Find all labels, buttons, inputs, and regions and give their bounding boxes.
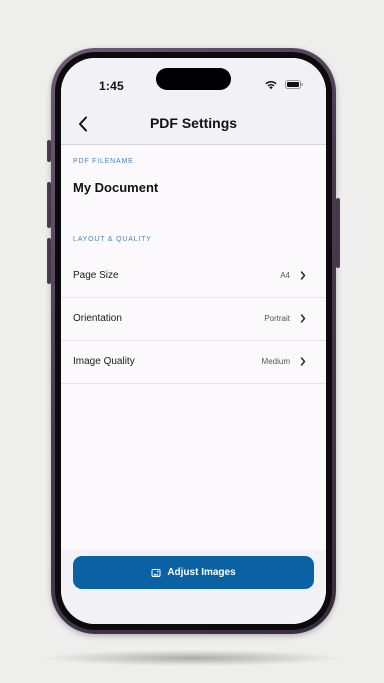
filename-field[interactable]: My Document [73, 180, 158, 195]
setting-row-label: Page Size [73, 270, 119, 281]
device-shadow [44, 650, 340, 666]
footer-bar: Adjust Images [61, 550, 326, 624]
setting-row-value: Medium [261, 357, 290, 366]
setting-row-orientation[interactable]: Orientation Portrait [61, 298, 326, 341]
chevron-right-icon [300, 271, 306, 280]
status-time: 1:45 [99, 79, 124, 93]
status-bar: 1:45 [61, 58, 326, 104]
navigation-bar: PDF Settings [61, 104, 326, 145]
layout-section-label: LAYOUT & QUALITY [73, 236, 152, 243]
chevron-right-icon [300, 357, 306, 366]
battery-icon [285, 80, 303, 89]
setting-row-value: Portrait [264, 314, 290, 323]
page-background: 1:45 PDF Settings PDF FILENAME My Docume… [0, 0, 384, 683]
page-title: PDF Settings [149, 115, 238, 131]
wifi-icon [265, 81, 277, 90]
adjust-images-label: Adjust Images [167, 567, 236, 578]
setting-row-label: Orientation [73, 313, 122, 324]
phone-screen: 1:45 PDF Settings PDF FILENAME My Docume… [61, 58, 326, 624]
setting-row-value: A4 [280, 271, 290, 280]
dynamic-island [156, 68, 231, 90]
adjust-images-button[interactable]: Adjust Images [73, 556, 314, 589]
setting-row-image-quality[interactable]: Image Quality Medium [61, 341, 326, 384]
filename-section-label: PDF FILENAME [73, 158, 134, 165]
power-button [336, 198, 340, 268]
chevron-right-icon [300, 314, 306, 323]
setting-row-label: Image Quality [73, 356, 135, 367]
phone-frame: 1:45 PDF Settings PDF FILENAME My Docume… [51, 48, 336, 634]
settings-content: PDF FILENAME My Document LAYOUT & QUALIT… [61, 145, 326, 550]
image-icon [151, 568, 161, 577]
setting-row-page-size[interactable]: Page Size A4 [61, 255, 326, 298]
